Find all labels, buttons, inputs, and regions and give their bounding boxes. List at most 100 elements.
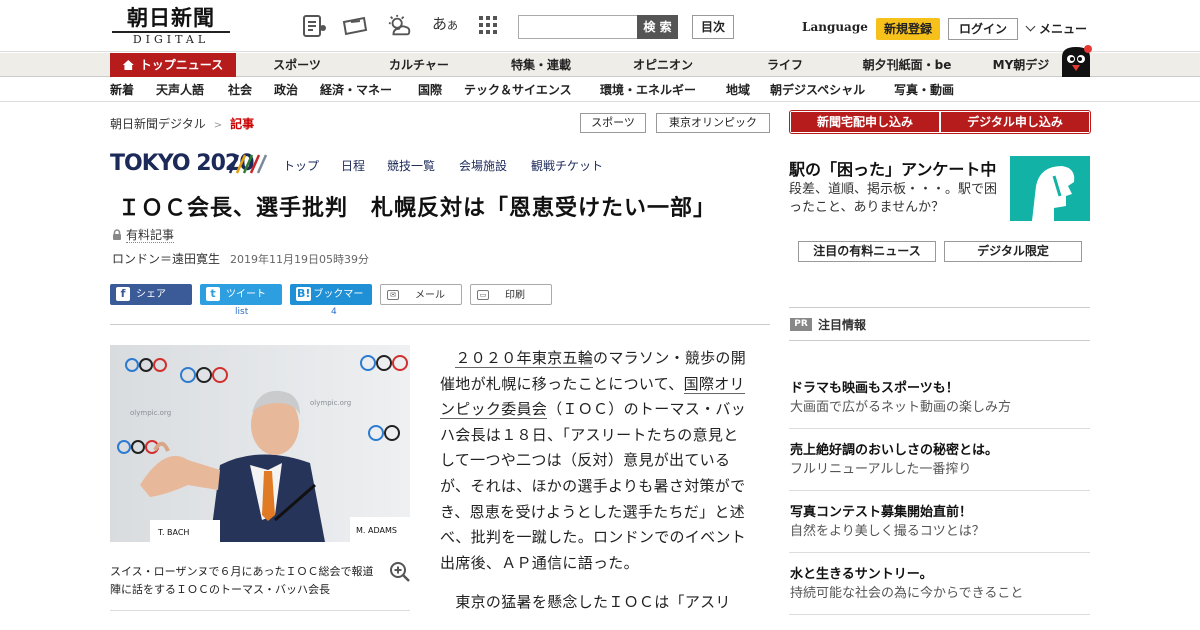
tokyo-nav-venues[interactable]: 会場施設: [459, 157, 507, 174]
nameplate-right: M. ADAMS: [356, 526, 397, 535]
bach-press-photo: olympic.org olympic.org T. BACH M. ADAMS: [110, 345, 410, 542]
tokyo-nav-schedule[interactable]: 日程: [341, 157, 365, 174]
print-button[interactable]: ▭ 印刷: [470, 284, 552, 305]
language-link[interactable]: Language: [802, 20, 868, 34]
ad-item[interactable]: 水と生きるサントリー。 持続可能な社会の為に今からできること: [790, 566, 1090, 604]
logo-jp: 朝日新聞: [127, 5, 215, 30]
newspaper-delivery-button[interactable]: 新聞宅配申し込み: [791, 112, 939, 132]
tweet-label: ツイート: [226, 289, 266, 300]
ad-item[interactable]: ドラマも映画もスポーツも！ 大画面で広がるネット動画の楽しみ方: [790, 380, 1090, 418]
nav-life[interactable]: ライフ: [742, 53, 828, 77]
divider: [789, 552, 1090, 553]
menu-label: メニュー: [1039, 22, 1088, 36]
nav2-international[interactable]: 国際: [418, 78, 442, 102]
article-photo[interactable]: olympic.org olympic.org T. BACH M. ADAMS: [110, 345, 410, 542]
paragraph-2: 東京の猛暑を懸念したＩＯＣは「アスリ: [440, 590, 752, 616]
tokyo-nav-top[interactable]: トップ: [283, 157, 319, 174]
nav2-tenseijingo[interactable]: 天声人語: [156, 78, 204, 102]
tokyo-nav-sports[interactable]: 競技一覧: [387, 157, 435, 174]
ad-subtext: 自然をより美しく撮るコツとは？: [790, 524, 985, 539]
ad-headline: 写真コンテスト募集開始直前！: [790, 505, 973, 520]
secondary-nav: 新着 天声人語 社会 政治 経済・マネー 国際 テック＆サイエンス 環境・エネル…: [0, 78, 1200, 102]
chevron-down-icon: [1025, 21, 1036, 32]
divider: [110, 610, 410, 611]
register-button[interactable]: 新規登録: [876, 18, 940, 40]
ad-item[interactable]: 売上絶好調のおいしさの秘密とは。 フルリニューアルした一番搾り: [790, 442, 1090, 480]
breadcrumb-home[interactable]: 朝日新聞デジタル: [110, 117, 206, 131]
asahi-digital-logo[interactable]: 朝日新聞 DIGITAL: [112, 6, 230, 48]
survey-title[interactable]: 駅の「困った」アンケート中: [789, 156, 996, 180]
font-size-toggle[interactable]: ああ: [432, 13, 458, 34]
byline: ロンドン＝遠田寛生 2019年11月19日05時39分: [112, 250, 369, 267]
nav2-society[interactable]: 社会: [228, 78, 252, 102]
ad-headline: 売上絶好調のおいしさの秘密とは。: [790, 443, 999, 458]
survey-image[interactable]: [1010, 156, 1090, 221]
tag-sports[interactable]: スポーツ: [580, 113, 646, 133]
grid-apps-icon[interactable]: [478, 15, 498, 35]
breadcrumb: 朝日新聞デジタル > 記事: [110, 115, 254, 132]
nav-paper[interactable]: 朝夕刊紙面・be: [852, 53, 962, 77]
ad-subtext: フルリニューアルした一番搾り: [790, 462, 972, 477]
nav-sports[interactable]: スポーツ: [254, 53, 340, 77]
photo-backdrop-text-2: olympic.org: [310, 399, 351, 407]
mascot-icon: [1062, 45, 1092, 77]
divider: [789, 340, 1090, 341]
logo-en: DIGITAL: [112, 31, 230, 47]
digital-subscribe-button[interactable]: デジタル申し込み: [941, 112, 1089, 132]
lock-icon: [113, 229, 121, 240]
nav2-special[interactable]: 朝デジスペシャル: [770, 78, 865, 102]
zoom-in-icon[interactable]: [389, 561, 411, 583]
contents-button[interactable]: 目次: [692, 15, 734, 39]
pr-badge: PR: [790, 318, 812, 331]
nav-top-news[interactable]: トップニュース: [110, 53, 236, 77]
mail-button[interactable]: ✉ メール: [380, 284, 462, 305]
p1-text-b: （ＩＯＣ）のトーマス・バッハ会長は１８日、「アスリートたちの意見として一つや二つ…: [440, 400, 747, 572]
nav2-photo-video[interactable]: 写真・動画: [894, 78, 954, 102]
nav-label: トップニュース: [139, 58, 224, 72]
publish-date: 2019年11月19日05時39分: [230, 253, 369, 266]
login-button[interactable]: ログイン: [948, 18, 1018, 40]
weather-icon[interactable]: [386, 14, 412, 38]
bookmark-count[interactable]: 4: [331, 307, 337, 317]
article-title: ＩＯＣ会長、選手批判 札幌反対は「恩恵受けたい一部」: [118, 196, 717, 221]
nav2-environment[interactable]: 環境・エネルギー: [600, 78, 696, 102]
nav2-latest[interactable]: 新着: [110, 78, 134, 102]
twitter-icon: t: [206, 287, 220, 301]
menu-button[interactable]: メニュー: [1025, 20, 1088, 37]
nav-features[interactable]: 特集・連載: [496, 53, 586, 77]
aa-large: あ: [432, 15, 448, 33]
nav2-politics[interactable]: 政治: [274, 78, 298, 102]
search-button[interactable]: 検 索: [637, 15, 678, 39]
divider: [110, 324, 770, 325]
ticket-icon[interactable]: [342, 14, 368, 38]
divider: [789, 428, 1090, 429]
nav-my-asahi[interactable]: MY朝デジ: [976, 53, 1066, 77]
hatena-bookmark-button[interactable]: B! ブックマーク: [290, 284, 372, 321]
photo-backdrop-text: olympic.org: [130, 409, 171, 417]
tokyo-nav-tickets[interactable]: 観戦チケット: [531, 157, 603, 174]
nav-opinion[interactable]: オピニオン: [620, 53, 706, 77]
aa-small: あ: [447, 19, 459, 32]
search-input[interactable]: [518, 15, 638, 39]
ad-subtext: 持続可能な社会の為に今からできること: [790, 586, 1024, 601]
twitter-share-button[interactable]: t ツイート: [200, 284, 282, 305]
nav2-tech-science[interactable]: テック＆サイエンス: [464, 78, 572, 102]
nav-culture[interactable]: カルチャー: [376, 53, 462, 77]
print-icon: ▭: [477, 290, 489, 300]
nav2-regional[interactable]: 地域: [726, 78, 750, 102]
home-icon: [122, 60, 134, 70]
tag-tokyo-olympics[interactable]: 東京オリンピック: [656, 113, 770, 133]
facebook-share-button[interactable]: f シェア: [110, 284, 192, 305]
newspaper-icon[interactable]: [302, 14, 328, 38]
facebook-icon: f: [116, 287, 130, 301]
premium-news-button[interactable]: 注目の有料ニュース: [798, 241, 936, 262]
ad-item[interactable]: 写真コンテスト募集開始直前！ 自然をより美しく撮るコツとは？: [790, 504, 1090, 542]
photo-caption: スイス・ローザンヌで６月にあったＩＯＣ総会で報道陣に話をするＩＯＣのトーマス・バ…: [110, 565, 374, 596]
digital-exclusive-button[interactable]: デジタル限定: [944, 241, 1082, 262]
paid-article-badge: 有料記事: [112, 226, 175, 243]
link-tokyo-2020[interactable]: ２０２０年東京五輪: [455, 349, 594, 368]
tweet-count[interactable]: list: [235, 307, 248, 317]
mail-label: メール: [415, 290, 445, 301]
nav2-economy[interactable]: 経済・マネー: [320, 78, 392, 102]
divider: [789, 490, 1090, 491]
